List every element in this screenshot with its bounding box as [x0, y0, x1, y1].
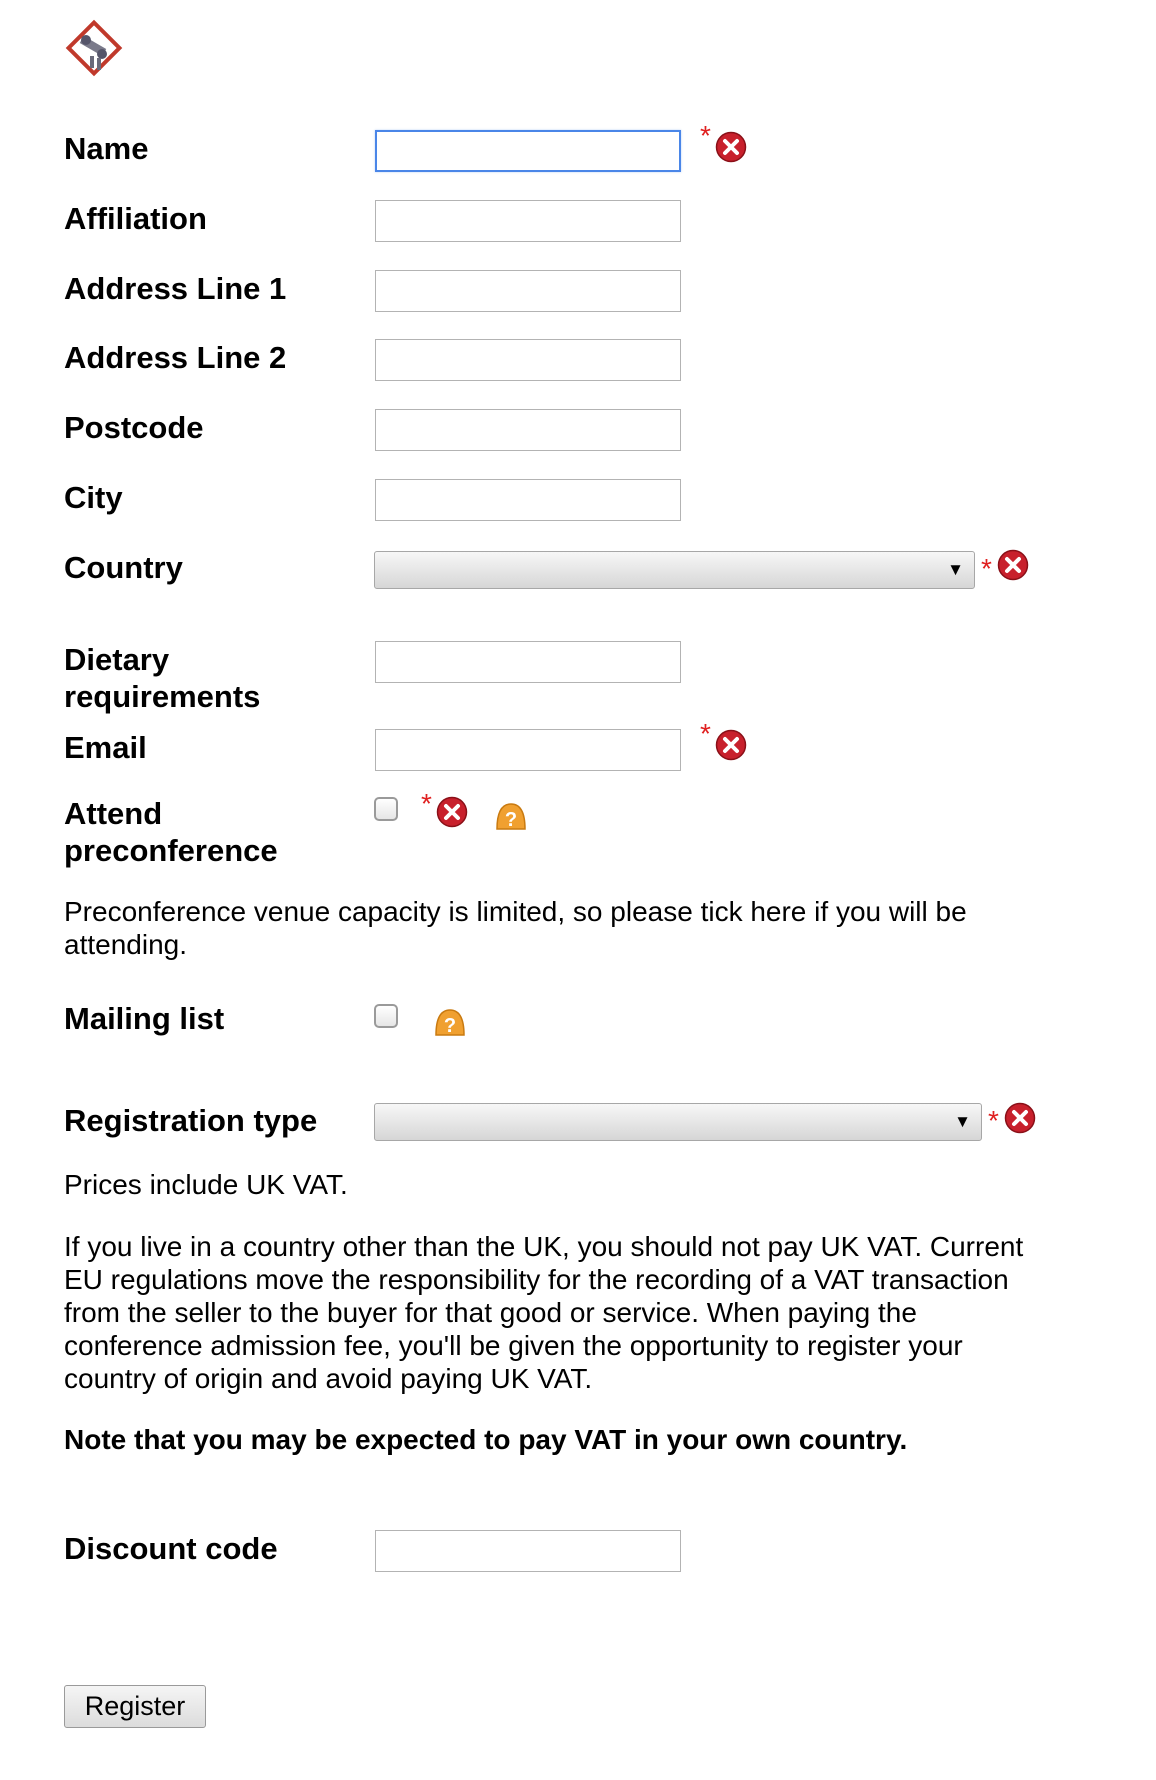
- registration-type-required-mark: *: [988, 1105, 999, 1136]
- svg-text:?: ?: [444, 1015, 456, 1037]
- country-label: Country: [64, 550, 183, 585]
- address-line-2-input[interactable]: [375, 339, 681, 381]
- name-required-mark: *: [700, 120, 711, 151]
- postcode-label: Postcode: [64, 410, 204, 445]
- city-input[interactable]: [375, 479, 681, 521]
- mailing-list-checkbox[interactable]: [374, 1004, 398, 1028]
- address-line-2-label: Address Line 2: [64, 340, 287, 375]
- preconference-required-mark: *: [421, 788, 432, 819]
- dietary-requirements-label: Dietary requirements: [64, 642, 261, 714]
- email-input[interactable]: [375, 729, 681, 771]
- email-error-icon: [715, 729, 747, 761]
- country-required-mark: *: [981, 553, 992, 584]
- mailing-list-label: Mailing list: [64, 1001, 225, 1036]
- preconference-label: Attend preconference: [64, 796, 278, 868]
- svg-text:?: ?: [505, 809, 517, 831]
- chevron-down-icon: ▼: [954, 1112, 971, 1131]
- name-error-icon: [715, 131, 747, 163]
- affiliation-label: Affiliation: [64, 201, 207, 236]
- email-required-mark: *: [700, 718, 711, 749]
- address-line-1-input[interactable]: [375, 270, 681, 312]
- mailing-list-help-icon[interactable]: ?: [433, 1006, 467, 1038]
- name-label: Name: [64, 131, 149, 166]
- dietary-requirements-input[interactable]: [375, 641, 681, 683]
- vat-include-note: Prices include UK VAT.: [64, 1169, 348, 1200]
- registration-type-label: Registration type: [64, 1103, 318, 1138]
- country-select[interactable]: ▼: [374, 551, 975, 589]
- postcode-input[interactable]: [375, 409, 681, 451]
- email-label: Email: [64, 730, 147, 765]
- discount-code-label: Discount code: [64, 1531, 278, 1566]
- register-button[interactable]: Register: [64, 1685, 206, 1728]
- registration-type-select[interactable]: ▼: [374, 1103, 982, 1141]
- city-label: City: [64, 480, 123, 515]
- preconference-help-icon[interactable]: ?: [494, 800, 528, 832]
- vat-detail-note: If you live in a country other than the …: [64, 1231, 1024, 1394]
- preconference-note: Preconference venue capacity is limited,…: [64, 896, 967, 960]
- discount-code-input[interactable]: [375, 1530, 681, 1572]
- preconference-checkbox[interactable]: [374, 797, 398, 821]
- vat-warning-note: Note that you may be expected to pay VAT…: [64, 1424, 908, 1455]
- chevron-down-icon: ▼: [947, 560, 964, 579]
- country-error-icon: [997, 549, 1029, 581]
- affiliation-input[interactable]: [375, 200, 681, 242]
- registration-type-error-icon: [1004, 1102, 1036, 1134]
- preconference-error-icon: [436, 796, 468, 828]
- name-input[interactable]: [375, 130, 681, 172]
- address-line-1-label: Address Line 1: [64, 271, 287, 306]
- conference-logo-icon: [64, 18, 124, 78]
